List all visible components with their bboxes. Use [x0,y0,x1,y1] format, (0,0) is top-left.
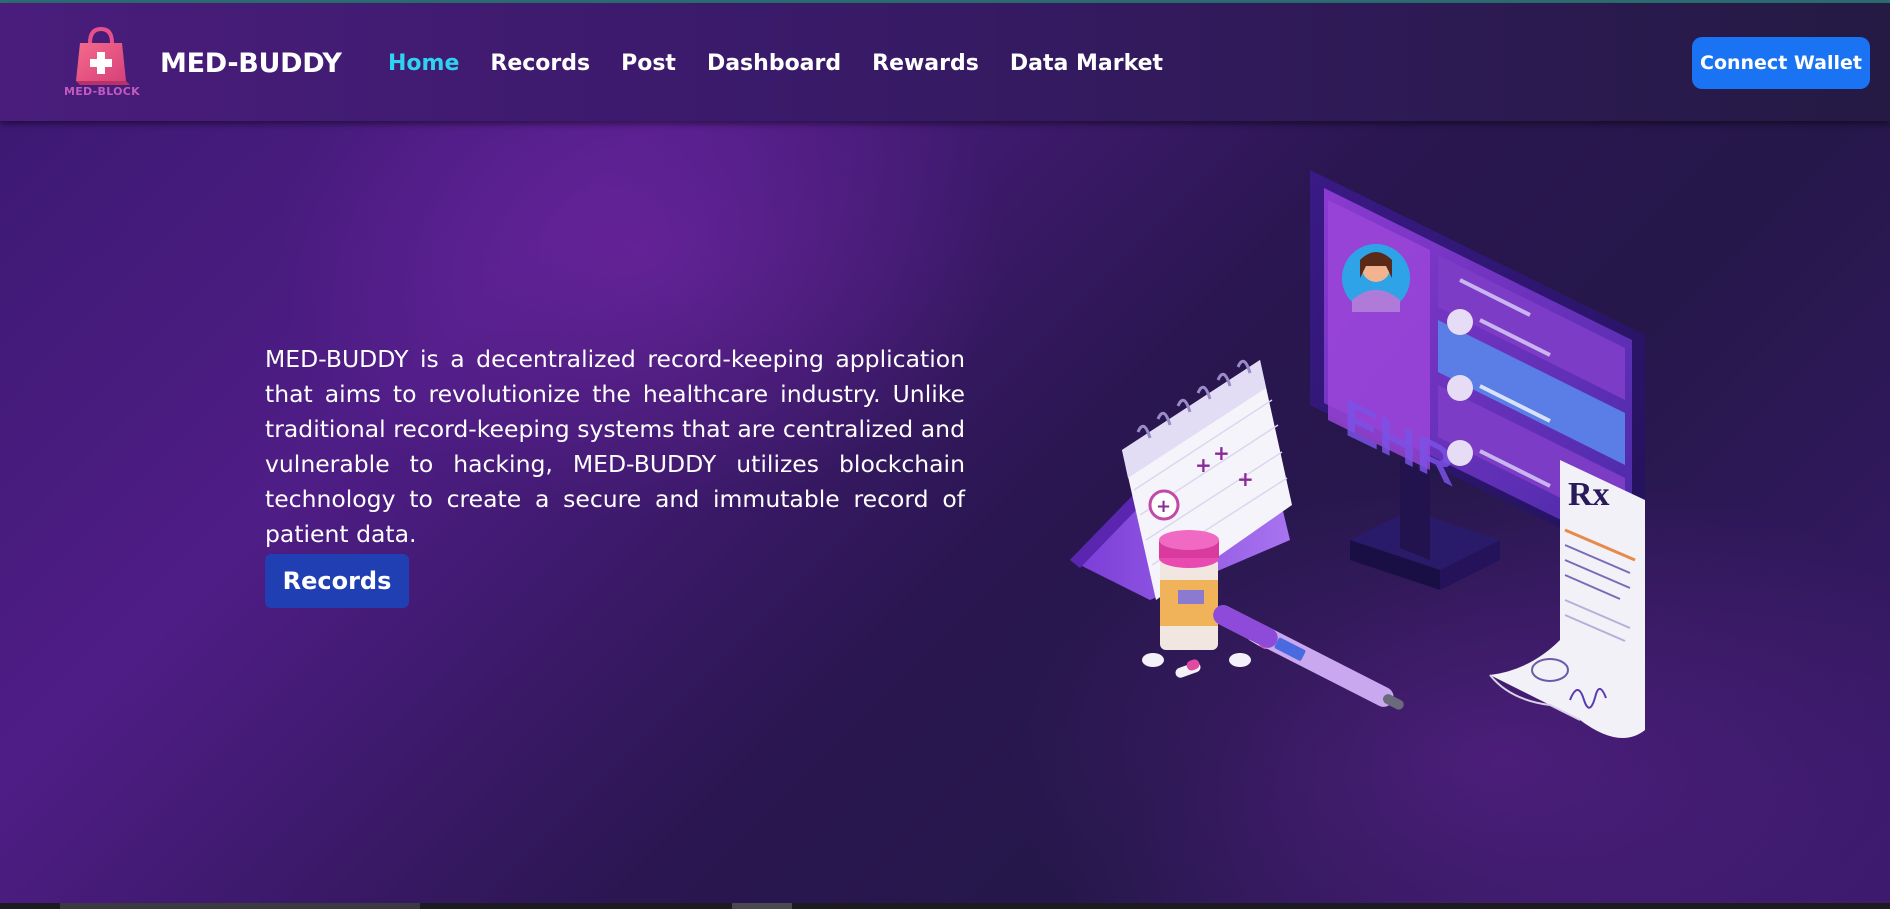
scrollbar-thumb[interactable] [732,903,792,909]
nav-link-post[interactable]: Post [621,51,676,76]
svg-text:+: + [1195,453,1212,477]
hero-description: MED-BUDDY is a decentralized record-keep… [265,344,965,548]
pill-bottle [1159,530,1219,650]
records-button[interactable]: Records [265,554,409,608]
navbar: MED-BLOCK MED-BUDDY Home Records Post Da… [0,3,1890,121]
connect-wallet-button[interactable]: Connect Wallet [1692,37,1870,89]
nav-link-records[interactable]: Records [490,51,590,76]
svg-text:+: + [1237,467,1254,491]
nav-link-dashboard[interactable]: Dashboard [707,51,841,76]
nav-link-data-market[interactable]: Data Market [1010,51,1163,76]
nav-links: Home Records Post Dashboard Rewards Data… [388,51,1194,76]
svg-text:+: + [1156,496,1171,517]
nav-link-rewards[interactable]: Rewards [872,51,979,76]
bottom-scrollbar [0,903,1890,909]
ehr-illustration: EHR Rx + + + + [1070,170,1645,738]
svg-text:+: + [1213,441,1230,465]
brand-name[interactable]: MED-BUDDY [160,48,342,79]
scrollbar-track-segment [60,903,420,909]
logo-text: MED-BLOCK [63,85,140,98]
rx-symbol: Rx [1568,476,1610,513]
nav-link-home[interactable]: Home [388,51,459,76]
med-block-logo[interactable]: MED-BLOCK [60,23,142,103]
